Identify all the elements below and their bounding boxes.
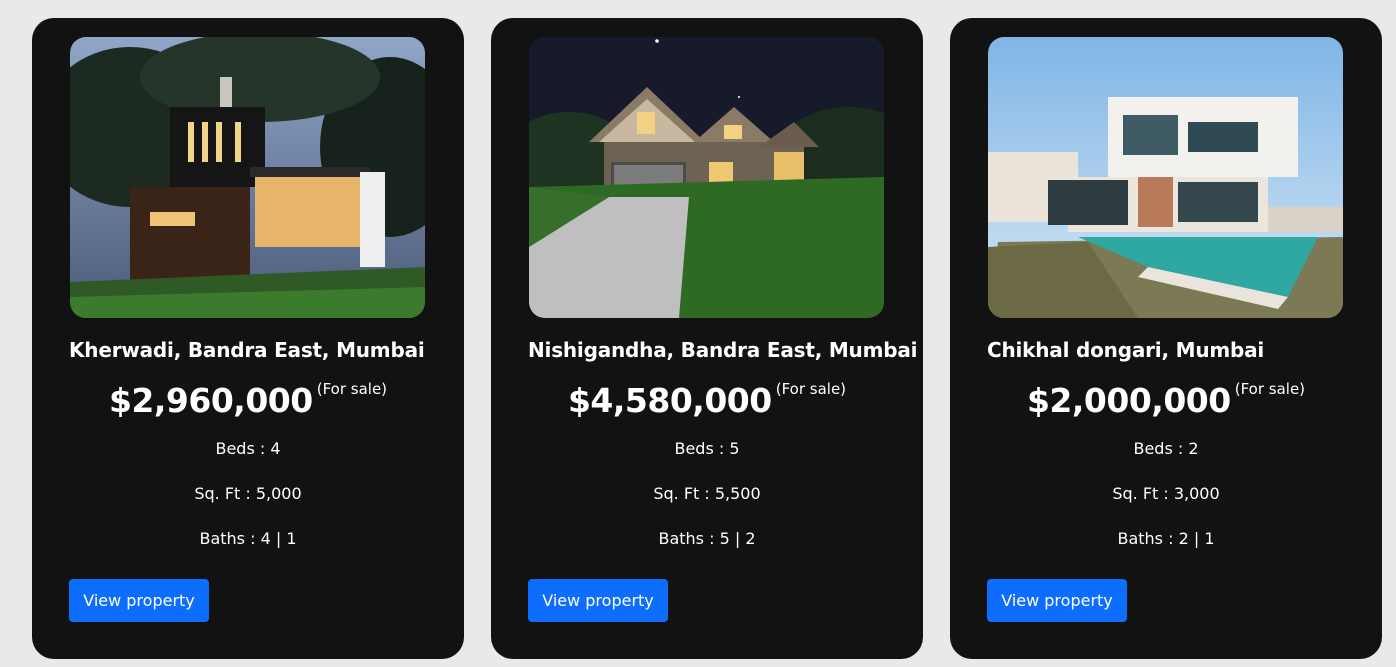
property-card: Chikhal dongari, Mumbai $2,000,000 (For s… — [950, 18, 1382, 659]
property-location: Nishigandha, Bandra East, Mumbai — [528, 338, 918, 362]
price-row: $2,000,000 (For sale) — [950, 380, 1382, 420]
sale-status: (For sale) — [1234, 380, 1306, 398]
property-photo — [529, 37, 884, 318]
property-location: Chikhal dongari, Mumbai — [987, 338, 1265, 362]
price-row: $2,960,000 (For sale) — [32, 380, 464, 420]
property-card: Nishigandha, Bandra East, Mumbai $4,580,… — [491, 18, 923, 659]
property-price: $2,960,000 — [108, 381, 313, 420]
view-property-button[interactable]: View property — [528, 579, 668, 622]
sale-status: (For sale) — [775, 380, 847, 398]
property-grid: Kherwadi, Bandra East, Mumbai $2,960,000… — [0, 0, 1396, 667]
property-photo — [988, 37, 1343, 318]
beds-count: Beds : 2 — [1133, 439, 1199, 458]
baths-count: Baths : 4 | 1 — [199, 529, 297, 548]
view-property-button[interactable]: View property — [69, 579, 209, 622]
beds-count: Beds : 4 — [215, 439, 281, 458]
house-photo-icon — [529, 37, 884, 318]
property-price: $2,000,000 — [1026, 381, 1231, 420]
view-property-button[interactable]: View property — [987, 579, 1127, 622]
square-feet: Sq. Ft : 3,000 — [1112, 484, 1220, 503]
property-price: $4,580,000 — [567, 381, 772, 420]
property-location: Kherwadi, Bandra East, Mumbai — [69, 338, 425, 362]
price-row: $4,580,000 (For sale) — [491, 380, 923, 420]
square-feet: Sq. Ft : 5,500 — [653, 484, 761, 503]
house-photo-icon — [70, 37, 425, 318]
beds-count: Beds : 5 — [674, 439, 740, 458]
baths-count: Baths : 5 | 2 — [658, 529, 756, 548]
house-photo-icon — [988, 37, 1343, 318]
baths-count: Baths : 2 | 1 — [1117, 529, 1215, 548]
property-photo — [70, 37, 425, 318]
square-feet: Sq. Ft : 5,000 — [194, 484, 302, 503]
property-card: Kherwadi, Bandra East, Mumbai $2,960,000… — [32, 18, 464, 659]
sale-status: (For sale) — [316, 380, 388, 398]
